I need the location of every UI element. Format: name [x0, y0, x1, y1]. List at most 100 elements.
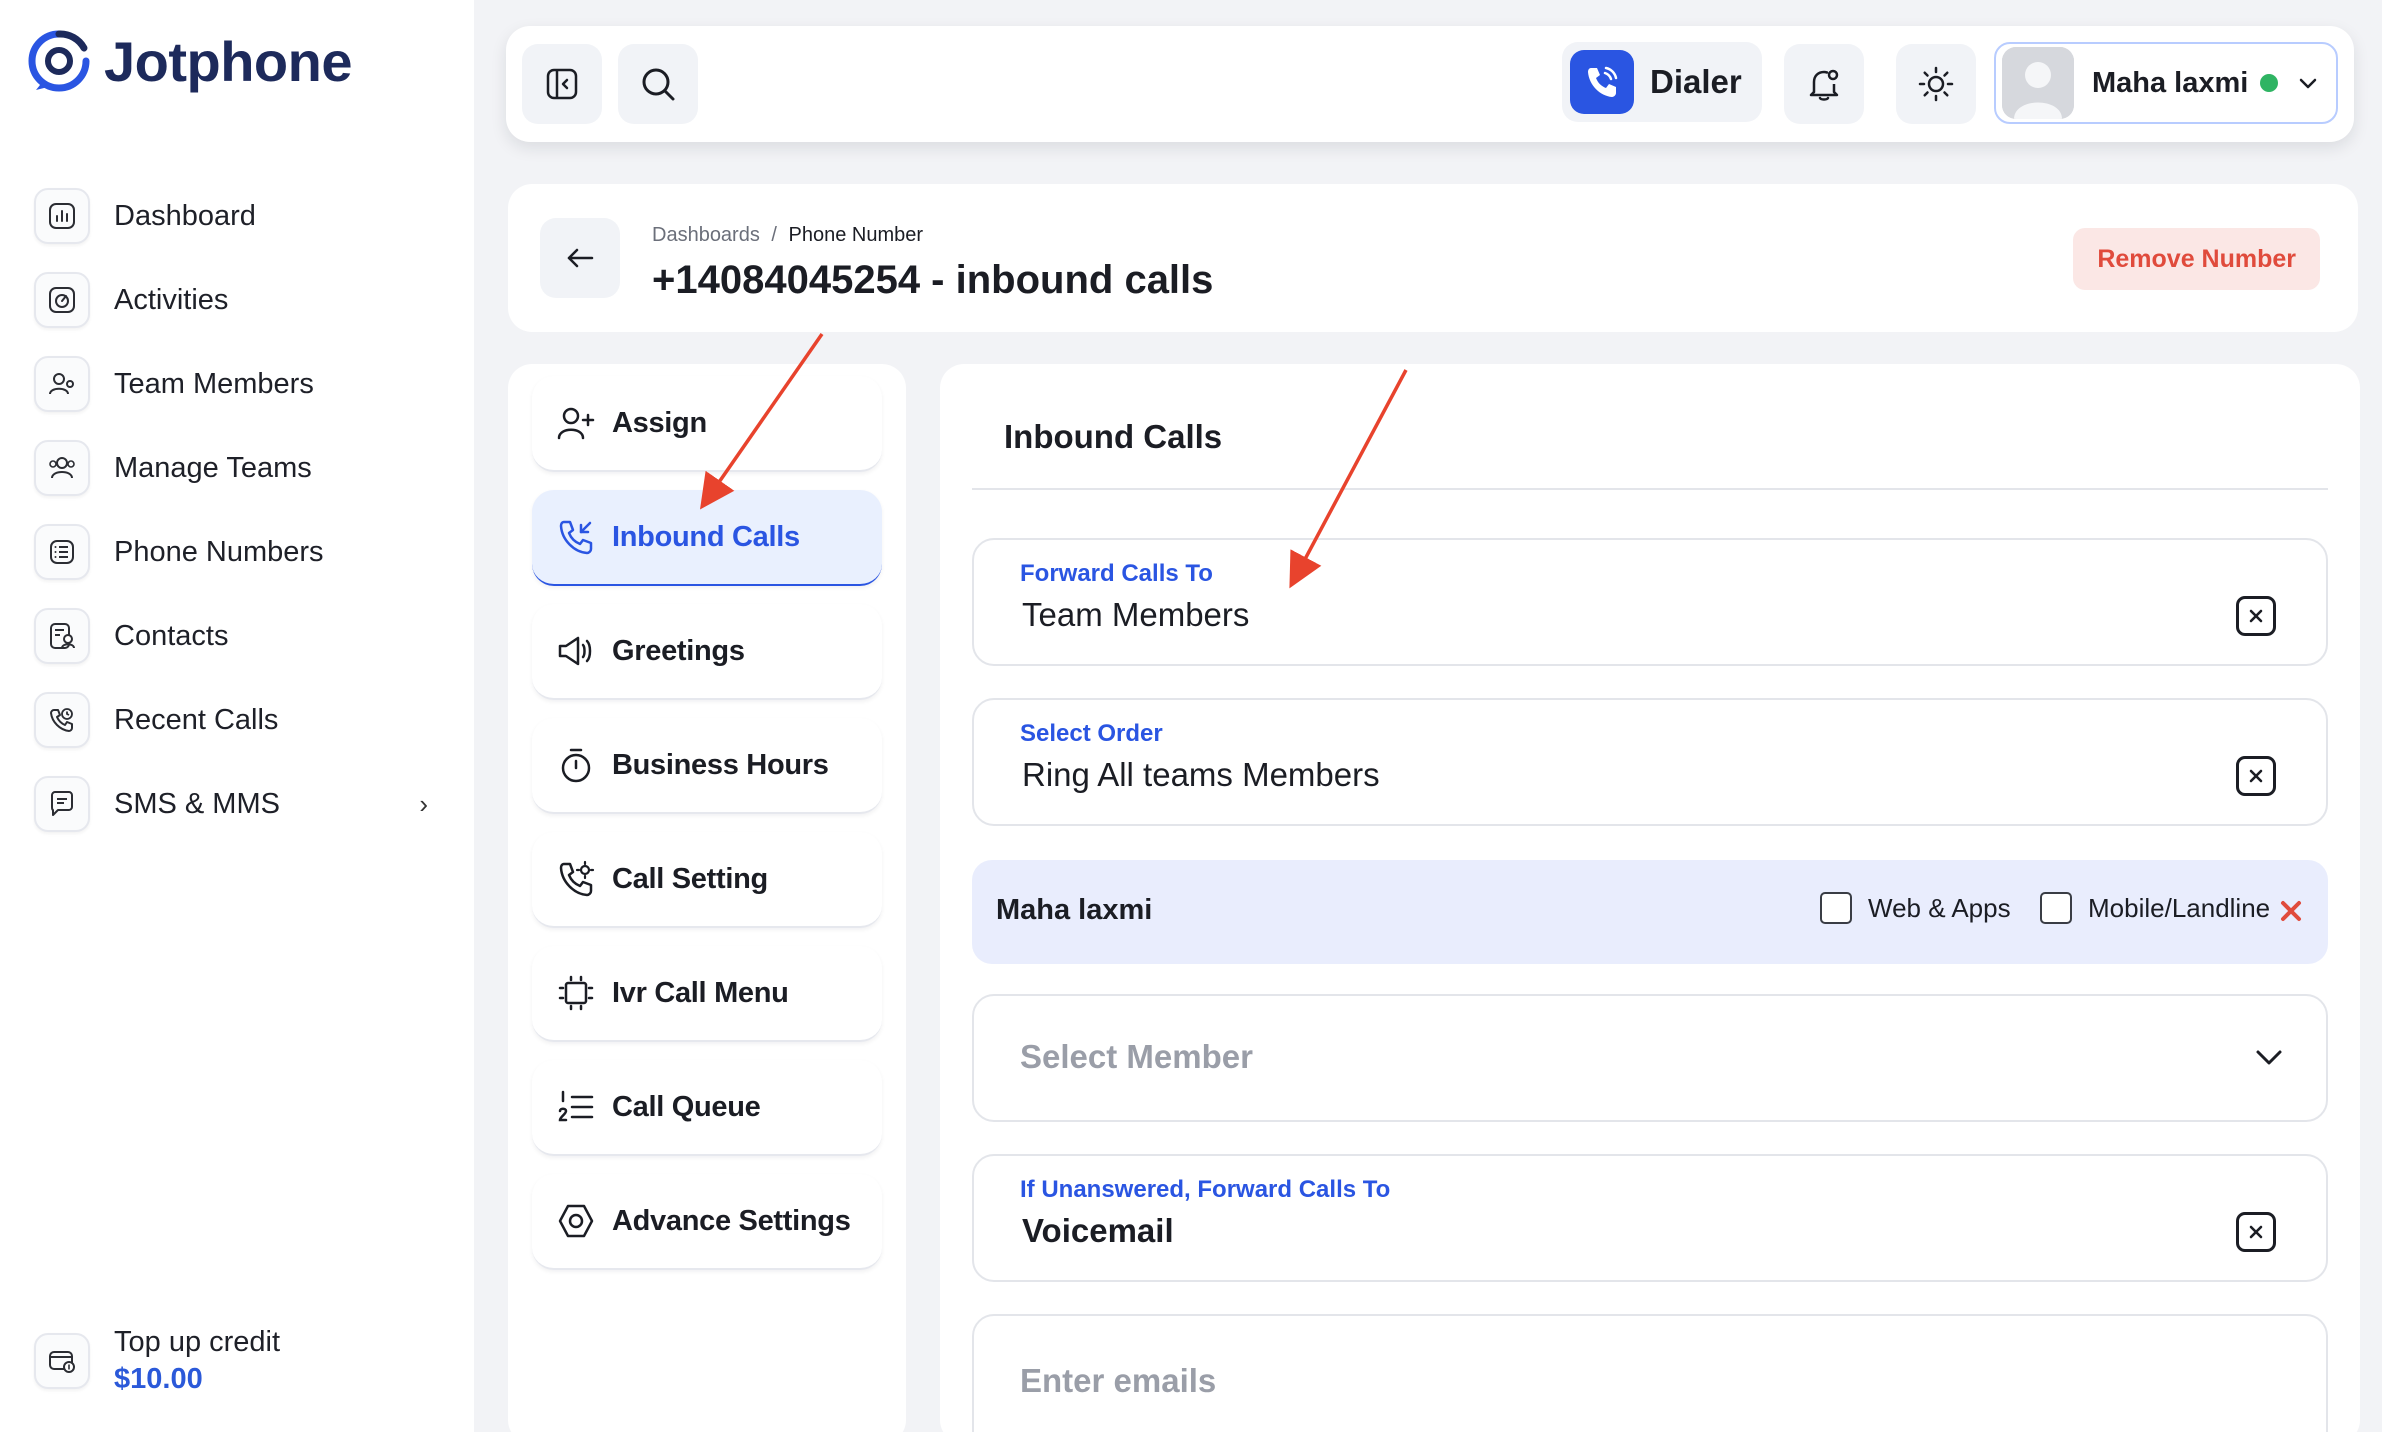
emails-input[interactable]: Enter emails — [972, 1314, 2328, 1432]
sidebar-item-label: SMS & MMS — [114, 787, 280, 820]
sidebar-item-label: Phone Numbers — [114, 535, 324, 568]
bell-icon — [1804, 64, 1844, 104]
select-member-dropdown[interactable]: Select Member — [972, 994, 2328, 1122]
back-button[interactable] — [540, 218, 620, 298]
close-icon — [2278, 898, 2304, 924]
menu-item-label: Greetings — [612, 634, 745, 667]
manage-teams-icon — [34, 440, 90, 496]
sidebar-item-manage-teams[interactable]: Manage Teams — [34, 426, 444, 510]
sun-icon — [1916, 64, 1956, 104]
sidebar-item-label: Dashboard — [114, 199, 256, 232]
online-status-dot — [2260, 74, 2279, 92]
sidebar-toggle-icon — [544, 66, 580, 102]
avatar — [2002, 47, 2074, 119]
megaphone-icon — [556, 631, 596, 671]
timer-icon — [556, 745, 596, 785]
sidebar-item-contacts[interactable]: Contacts — [34, 594, 444, 678]
topbar: Dialer Maha laxmi — [506, 26, 2354, 142]
topup-credit[interactable]: Top up credit $10.00 — [34, 1326, 280, 1396]
select-member-placeholder: Select Member — [1020, 1038, 1253, 1075]
call-settings-icon — [556, 859, 596, 899]
menu-item-advance-settings[interactable]: Advance Settings — [532, 1174, 882, 1270]
web-apps-checkbox[interactable] — [1820, 892, 1852, 924]
field-label: If Unanswered, Forward Calls To — [1020, 1176, 1391, 1203]
breadcrumb-root[interactable]: Dashboards — [652, 224, 760, 246]
remove-number-button[interactable]: Remove Number — [2073, 228, 2320, 290]
close-icon — [2247, 1223, 2265, 1241]
sidebar-nav: Dashboard Activities Team Members Manage… — [34, 174, 444, 846]
menu-item-greetings[interactable]: Greetings — [532, 604, 882, 700]
checkbox-label: Web & Apps — [1868, 892, 2011, 923]
breadcrumb: Dashboards / Phone Number — [652, 224, 923, 247]
section-title: Inbound Calls — [1004, 418, 1223, 455]
forward-calls-select[interactable]: Forward Calls To Team Members — [972, 538, 2328, 666]
remove-member-button[interactable] — [2278, 898, 2304, 924]
sidebar-item-activities[interactable]: Activities — [34, 258, 444, 342]
settings-menu: Assign Inbound Calls Greetings Business … — [508, 364, 906, 1432]
sidebar-item-sms-mms[interactable]: SMS & MMS › — [34, 762, 444, 846]
field-label: Select Order — [1020, 720, 1163, 747]
menu-item-label: Ivr Call Menu — [612, 976, 789, 1009]
close-icon — [2247, 767, 2265, 785]
menu-item-call-queue[interactable]: Call Queue — [532, 1060, 882, 1156]
unanswered-forward-select[interactable]: If Unanswered, Forward Calls To Voicemai… — [972, 1154, 2328, 1282]
topup-amount: $10.00 — [114, 1363, 203, 1395]
chevron-right-icon[interactable]: › — [419, 789, 428, 820]
option-mobile-landline[interactable]: Mobile/Landline — [2040, 892, 2270, 924]
dashboard-icon — [34, 188, 90, 244]
chevron-down-icon — [2252, 1040, 2286, 1074]
phone-icon — [1570, 50, 1634, 114]
notifications-button[interactable] — [1784, 44, 1864, 124]
emails-placeholder: Enter emails — [1020, 1362, 1217, 1399]
menu-item-inbound-calls[interactable]: Inbound Calls — [532, 490, 882, 586]
sidebar-item-label: Team Members — [114, 367, 314, 400]
field-value: Team Members — [1022, 596, 1250, 633]
sidebar-item-phone-numbers[interactable]: Phone Numbers — [34, 510, 444, 594]
menu-item-label: Assign — [612, 406, 707, 439]
topup-text: Top up credit $10.00 — [114, 1326, 280, 1396]
member-name: Maha laxmi — [996, 894, 1153, 926]
theme-toggle-button[interactable] — [1896, 44, 1976, 124]
menu-item-assign[interactable]: Assign — [532, 376, 882, 472]
sidebar: Jotphone Dashboard Activities Team Membe… — [0, 0, 474, 1432]
contacts-icon — [34, 608, 90, 664]
user-menu[interactable]: Maha laxmi — [1994, 42, 2338, 124]
clear-unanswered-button[interactable] — [2236, 1212, 2276, 1252]
dialer-label: Dialer — [1650, 63, 1742, 100]
option-web-apps[interactable]: Web & Apps — [1820, 892, 2011, 924]
sidebar-item-recent-calls[interactable]: Recent Calls — [34, 678, 444, 762]
menu-item-call-setting[interactable]: Call Setting — [532, 832, 882, 928]
menu-item-ivr-call-menu[interactable]: Ivr Call Menu — [532, 946, 882, 1042]
field-value: Ring All teams Members — [1022, 756, 1380, 793]
mobile-landline-checkbox[interactable] — [2040, 892, 2072, 924]
list-icon — [556, 1087, 596, 1127]
logo-text: Jotphone — [104, 29, 352, 93]
clear-forward-button[interactable] — [2236, 596, 2276, 636]
dialer-button[interactable]: Dialer — [1562, 42, 1762, 122]
menu-item-label: Call Queue — [612, 1090, 761, 1123]
page-header: Dashboards / Phone Number +14084045254 -… — [508, 184, 2358, 332]
recent-calls-icon — [34, 692, 90, 748]
menu-item-label: Advance Settings — [612, 1204, 851, 1237]
activities-icon — [34, 272, 90, 328]
checkbox-label: Mobile/Landline — [2088, 892, 2271, 923]
toggle-sidebar-button[interactable] — [522, 44, 602, 124]
team-members-icon — [34, 356, 90, 412]
settings-hex-icon — [556, 1201, 596, 1241]
clear-order-button[interactable] — [2236, 756, 2276, 796]
search-button[interactable] — [618, 44, 698, 124]
sidebar-item-label: Manage Teams — [114, 451, 312, 484]
field-value: Voicemail — [1022, 1212, 1174, 1249]
wallet-icon — [34, 1333, 90, 1389]
inbound-call-icon — [556, 517, 596, 557]
jotphone-logo-icon — [26, 28, 92, 94]
page-title: +14084045254 - inbound calls — [652, 258, 1214, 302]
menu-item-business-hours[interactable]: Business Hours — [532, 718, 882, 814]
member-row: Maha laxmi Web & Apps Mobile/Landline — [972, 860, 2328, 964]
logo[interactable]: Jotphone — [26, 28, 352, 94]
sidebar-item-team-members[interactable]: Team Members — [34, 342, 444, 426]
arrow-left-icon — [562, 240, 598, 276]
sidebar-item-dashboard[interactable]: Dashboard — [34, 174, 444, 258]
menu-item-label: Business Hours — [612, 748, 829, 781]
select-order-select[interactable]: Select Order Ring All teams Members — [972, 698, 2328, 826]
